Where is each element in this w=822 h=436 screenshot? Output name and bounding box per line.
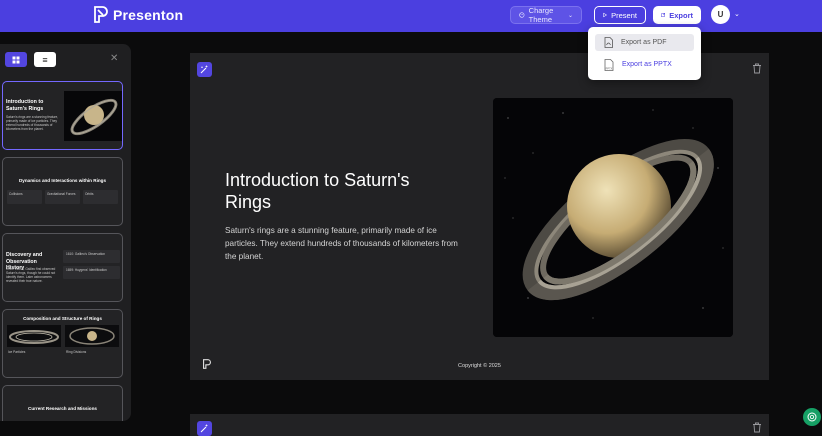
- list-view-button[interactable]: ≡: [34, 52, 56, 67]
- export-button[interactable]: Export: [653, 6, 701, 24]
- magic-wand-icon: [200, 424, 208, 433]
- saturn-image[interactable]: [493, 98, 733, 337]
- pdf-file-icon: [604, 37, 613, 48]
- rings-thumbnail-image: [65, 325, 119, 347]
- thumb-text: In the 1600s, Galileo first observed Sat…: [6, 267, 56, 284]
- magic-wand-icon: [200, 65, 208, 74]
- slide-canvas-2[interactable]: [190, 414, 769, 436]
- rings-thumbnail-image: [7, 325, 61, 347]
- saturn-thumbnail-image: [64, 91, 122, 141]
- help-button[interactable]: [803, 408, 821, 426]
- grid-icon: [12, 56, 20, 63]
- slide-thumbnail-4[interactable]: Composition and Structure of Rings Ice P…: [2, 309, 123, 378]
- slide-thumbnail-2[interactable]: Dynamics and Interactions within Rings C…: [2, 157, 123, 226]
- presenton-logo-icon: [94, 6, 108, 23]
- change-theme-button[interactable]: Charge Theme ⌄: [510, 6, 582, 24]
- export-icon: [661, 13, 666, 17]
- help-icon: [807, 412, 817, 422]
- thumb-item: 1610: Galileo's Observation: [66, 252, 106, 256]
- thumb-title: Current Research and Missions: [28, 406, 97, 411]
- slide-thumbnail-1[interactable]: Introduction to Saturn's Rings Saturn's …: [2, 81, 123, 150]
- thumb-title: Introduction to Saturn's Rings: [6, 99, 44, 112]
- ai-edit-button[interactable]: [197, 62, 212, 77]
- chevron-down-icon[interactable]: ⌄: [734, 10, 740, 18]
- export-pptx-label: Export as PPTX: [622, 61, 672, 68]
- thumb-card-label: Ring Divisions: [66, 350, 87, 354]
- pptx-badge: PPTX: [606, 66, 613, 70]
- pptx-file-icon: PPTX: [604, 58, 614, 71]
- thumb-title: Composition and Structure of Rings: [23, 316, 102, 321]
- grid-view-button[interactable]: [5, 52, 27, 67]
- export-pptx-option[interactable]: PPTX Export as PPTX: [595, 56, 694, 73]
- trash-icon[interactable]: [752, 422, 762, 433]
- present-label: Present: [611, 10, 637, 20]
- close-icon[interactable]: ✕: [110, 53, 118, 64]
- slide-thumbnail-3[interactable]: Discovery and Observation History In the…: [2, 233, 123, 302]
- user-avatar[interactable]: U: [711, 5, 730, 24]
- slide-description[interactable]: Saturn's rings are a stunning feature, p…: [225, 224, 460, 263]
- change-theme-label: Charge Theme: [528, 6, 554, 24]
- slides-sidebar: ≡ ✕ Introduction to Saturn's Rings Satur…: [0, 44, 131, 421]
- chevron-down-icon: ⌄: [567, 12, 573, 19]
- slide-thumbnail-5[interactable]: Current Research and Missions: [2, 385, 123, 421]
- palette-icon: [519, 12, 525, 18]
- copyright-text: Copyright © 2025: [458, 363, 501, 369]
- slide-title[interactable]: Introduction to Saturn's Rings: [225, 170, 455, 214]
- present-button[interactable]: Present: [594, 6, 646, 24]
- play-icon: [603, 12, 608, 18]
- trash-icon[interactable]: [752, 63, 762, 74]
- export-pdf-option[interactable]: Export as PDF: [595, 34, 694, 51]
- thumb-col-label: Orbits: [85, 192, 94, 196]
- ai-edit-button[interactable]: [197, 421, 212, 436]
- thumb-col-label: Gravitational Forces: [47, 192, 76, 196]
- thumb-text: Saturn's rings are a stunning feature, p…: [6, 115, 59, 132]
- thumb-col-label: Collisions: [9, 192, 23, 196]
- thumb-card-label: Ice Particles: [8, 350, 26, 354]
- export-menu: Export as PDF PPTX Export as PPTX: [588, 27, 701, 80]
- saturn-planet-image: [493, 98, 733, 337]
- thumb-item: 1659: Huygens' Identification: [66, 268, 107, 272]
- brand-name: Presenton: [113, 6, 184, 23]
- list-icon: ≡: [42, 54, 48, 65]
- slide-canvas[interactable]: Introduction to Saturn's Rings Saturn's …: [190, 53, 769, 380]
- export-label: Export: [669, 10, 693, 20]
- brand-logo[interactable]: Presenton: [94, 6, 183, 23]
- thumb-title: Dynamics and Interactions within Rings: [18, 178, 107, 183]
- export-pdf-label: Export as PDF: [621, 39, 667, 46]
